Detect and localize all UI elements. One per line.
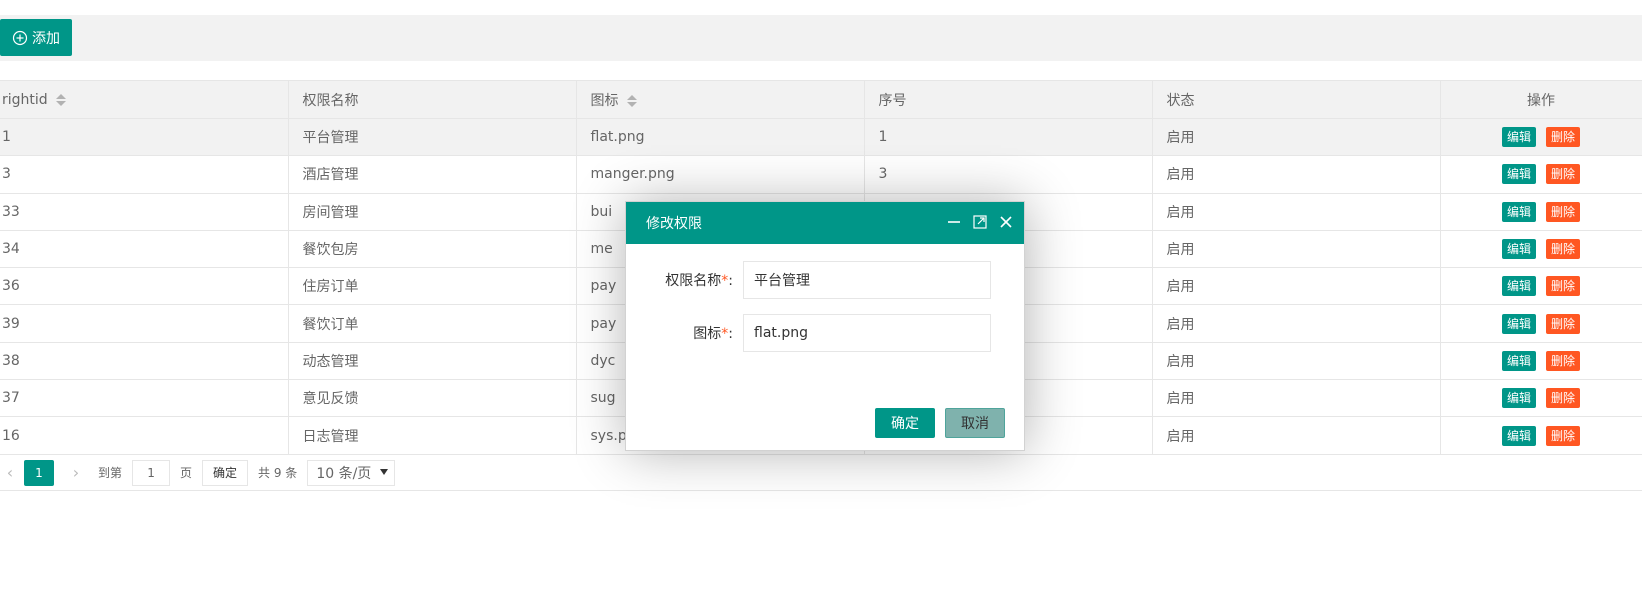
add-button[interactable]: 添加 <box>0 19 72 56</box>
edit-button[interactable]: 编辑 <box>1501 388 1536 409</box>
cell-name: 酒店管理 <box>288 155 577 194</box>
delete-button[interactable]: 删除 <box>1546 276 1581 297</box>
delete-button[interactable]: 删除 <box>1546 239 1581 260</box>
edit-button[interactable]: 编辑 <box>1501 239 1536 260</box>
prev-page-icon[interactable]: ‹ <box>0 463 20 482</box>
cell-rightid: 37 <box>0 379 289 418</box>
pagination: ‹ 1 › 到第 1 页 确定 共 9 条 10 条/页 <box>0 455 1642 491</box>
cell-actions: 编辑 删除 <box>1440 379 1642 418</box>
dialog-header: 修改权限 <box>626 202 1024 244</box>
table-row[interactable]: 1 平台管理 flat.png 1 启用 编辑 删除 <box>0 118 1642 157</box>
cell-name: 住房订单 <box>288 267 577 306</box>
minimize-icon[interactable] <box>946 214 962 230</box>
column-header-name: 权限名称 <box>288 80 577 119</box>
cell-name: 日志管理 <box>288 416 577 455</box>
sort-icon[interactable] <box>55 93 66 107</box>
cell-status: 启用 <box>1152 193 1441 231</box>
toolbar: 添加 <box>0 15 1642 61</box>
icon-field[interactable]: flat.png <box>743 314 991 352</box>
cell-rightid: 36 <box>0 267 289 306</box>
cell-name: 房间管理 <box>288 193 577 231</box>
table-header-row: rightid 权限名称 图标 序号 状态 操作 <box>0 80 1642 119</box>
next-page-icon[interactable]: › <box>66 463 86 482</box>
cell-name: 餐饮包房 <box>288 230 577 269</box>
cell-status: 启用 <box>1152 416 1441 455</box>
delete-button[interactable]: 删除 <box>1546 127 1581 148</box>
edit-button[interactable]: 编辑 <box>1501 313 1536 334</box>
cell-status: 启用 <box>1152 267 1441 306</box>
edit-button[interactable]: 编辑 <box>1501 276 1536 297</box>
page-size-value: 10 条/页 <box>316 465 372 482</box>
cell-name: 动态管理 <box>288 342 577 381</box>
cell-actions: 编辑 删除 <box>1440 304 1642 343</box>
edit-button[interactable]: 编辑 <box>1501 201 1536 222</box>
edit-permission-dialog: 修改权限 权限名称*: 平台管理 图标*: flat.png 确定 取消 <box>625 201 1025 451</box>
cancel-button[interactable]: 取消 <box>945 408 1005 438</box>
goto-confirm-button[interactable]: 确定 <box>202 459 249 486</box>
cell-actions: 编辑 删除 <box>1440 342 1642 381</box>
cell-status: 启用 <box>1152 379 1441 418</box>
edit-button[interactable]: 编辑 <box>1501 425 1536 446</box>
cell-rightid: 33 <box>0 193 289 231</box>
cell-actions: 编辑 删除 <box>1440 267 1642 306</box>
delete-button[interactable]: 删除 <box>1546 164 1581 185</box>
cell-rightid: 39 <box>0 304 289 343</box>
total-count: 共 9 条 <box>258 466 298 480</box>
maximize-icon[interactable] <box>972 214 988 230</box>
column-header-rightid[interactable]: rightid <box>0 80 289 119</box>
form-row-name: 权限名称*: 平台管理 <box>626 261 1026 299</box>
name-field-label: 权限名称*: <box>665 273 733 289</box>
page-size-select[interactable]: 10 条/页 <box>307 459 396 486</box>
cell-status: 启用 <box>1152 342 1441 381</box>
cell-icon: flat.png <box>576 118 865 157</box>
plus-circle-icon <box>12 30 28 45</box>
cell-name: 意见反馈 <box>288 379 577 418</box>
name-field[interactable]: 平台管理 <box>743 261 991 299</box>
cell-order: 1 <box>864 118 1153 157</box>
delete-button[interactable]: 删除 <box>1546 388 1581 409</box>
cell-order: 3 <box>864 155 1153 194</box>
cell-status: 启用 <box>1152 304 1441 343</box>
sort-icon[interactable] <box>626 94 637 108</box>
delete-button[interactable]: 删除 <box>1546 201 1581 222</box>
cell-status: 启用 <box>1152 118 1441 157</box>
column-header-status: 状态 <box>1152 80 1441 119</box>
cell-status: 启用 <box>1152 155 1441 194</box>
edit-button[interactable]: 编辑 <box>1501 164 1536 185</box>
cell-actions: 编辑 删除 <box>1440 230 1642 269</box>
cell-rightid: 1 <box>0 118 289 157</box>
chevron-down-icon <box>380 468 389 475</box>
cell-name: 餐饮订单 <box>288 304 577 343</box>
dialog-title: 修改权限 <box>646 216 702 232</box>
table-row[interactable]: 3 酒店管理 manger.png 3 启用 编辑 删除 <box>0 155 1642 194</box>
form-row-icon: 图标*: flat.png <box>626 314 1026 352</box>
cell-actions: 编辑 删除 <box>1440 193 1642 231</box>
cell-rightid: 34 <box>0 230 289 269</box>
current-page[interactable]: 1 <box>24 459 54 486</box>
goto-label: 到第 <box>98 466 123 480</box>
delete-button[interactable]: 删除 <box>1546 350 1581 371</box>
cell-actions: 编辑 删除 <box>1440 416 1642 455</box>
delete-button[interactable]: 删除 <box>1546 313 1581 334</box>
add-button-label: 添加 <box>32 30 60 47</box>
column-header-order: 序号 <box>864 80 1153 119</box>
cell-status: 启用 <box>1152 230 1441 269</box>
cell-icon: manger.png <box>576 155 865 194</box>
edit-button[interactable]: 编辑 <box>1501 127 1536 148</box>
cell-actions: 编辑 删除 <box>1440 155 1642 194</box>
goto-page-input[interactable]: 1 <box>132 459 171 486</box>
cell-rightid: 3 <box>0 155 289 194</box>
cell-rightid: 38 <box>0 342 289 381</box>
page-label: 页 <box>180 466 193 480</box>
column-header-icon[interactable]: 图标 <box>576 80 865 119</box>
icon-field-label: 图标*: <box>693 326 733 342</box>
cell-name: 平台管理 <box>288 118 577 157</box>
edit-button[interactable]: 编辑 <box>1501 350 1536 371</box>
column-header-actions: 操作 <box>1440 80 1642 119</box>
close-icon[interactable] <box>998 214 1014 230</box>
delete-button[interactable]: 删除 <box>1546 425 1581 446</box>
cell-actions: 编辑 删除 <box>1440 118 1642 157</box>
cell-rightid: 16 <box>0 416 289 455</box>
confirm-button[interactable]: 确定 <box>875 408 935 438</box>
